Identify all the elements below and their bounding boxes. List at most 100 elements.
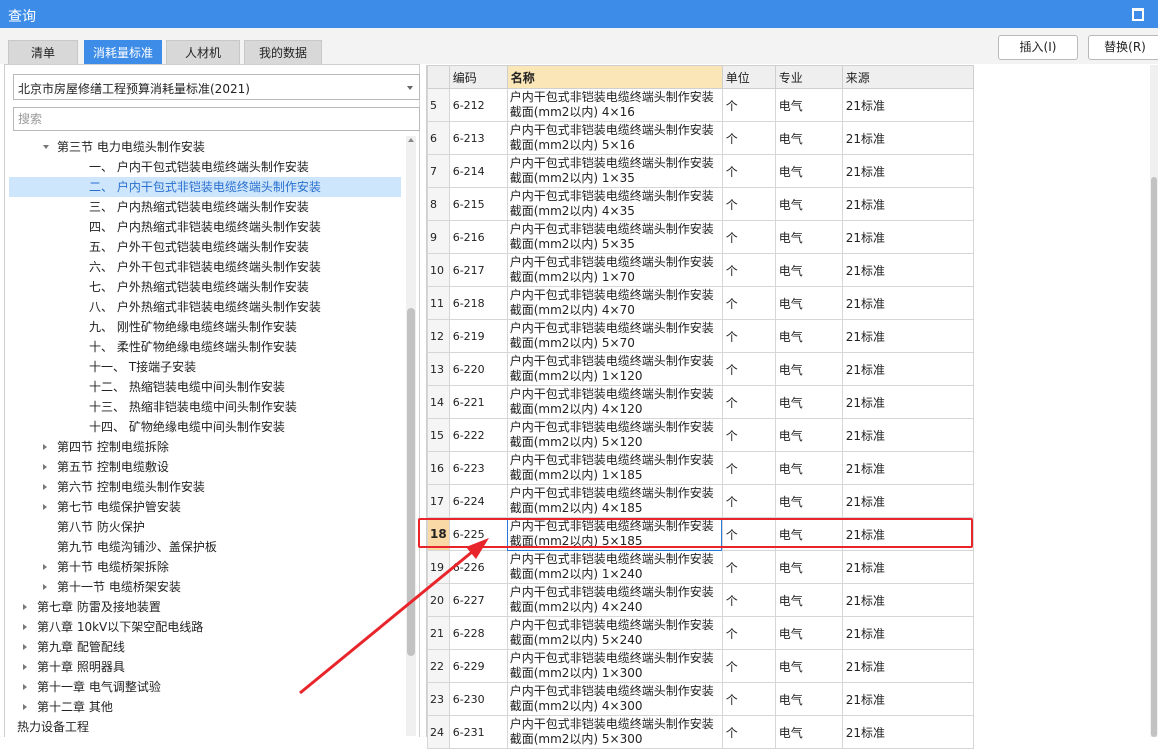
cell-name[interactable]: 户内干包式非铠装电缆终端头制作安装 截面(mm2以内) 4×16 (506, 88, 723, 122)
cell-unit[interactable]: 个 (721, 550, 776, 584)
cell-source[interactable]: 21标准 (841, 451, 974, 485)
header-source[interactable]: 来源 (841, 65, 974, 89)
tree-node[interactable]: 第六节 控制电缆头制作安装 (9, 477, 401, 497)
search-input[interactable] (13, 107, 420, 131)
row-index[interactable]: 23 (427, 682, 450, 716)
table-row[interactable]: 21 6-228 户内干包式非铠装电缆终端头制作安装 截面(mm2以内) 5×240 个… (427, 616, 974, 650)
grid-scrollbar[interactable] (1150, 65, 1158, 737)
cell-specialty[interactable]: 电气 (774, 418, 843, 452)
cell-source[interactable]: 21标准 (841, 715, 974, 749)
cell-name[interactable]: 户内干包式非铠装电缆终端头制作安装 截面(mm2以内) 5×16 (506, 121, 723, 155)
cell-specialty[interactable]: 电气 (774, 187, 843, 221)
cell-unit[interactable]: 个 (721, 418, 776, 452)
cell-name[interactable]: 户内干包式非铠装电缆终端头制作安装 截面(mm2以内) 1×185 (506, 451, 723, 485)
tree-node[interactable]: 四、 户内热缩式非铠装电缆终端头制作安装 (9, 217, 401, 237)
cell-specialty[interactable]: 电气 (774, 484, 843, 518)
table-row[interactable]: 17 6-224 户内干包式非铠装电缆终端头制作安装 截面(mm2以内) 4×185 个… (427, 484, 974, 518)
tree-node[interactable]: 十二、 热缩铠装电缆中间头制作安装 (9, 377, 401, 397)
tree-node[interactable]: 第八章 10kV以下架空配电线路 (9, 617, 401, 637)
table-row[interactable]: 22 6-229 户内干包式非铠装电缆终端头制作安装 截面(mm2以内) 1×300 个… (427, 649, 974, 683)
cell-specialty[interactable]: 电气 (774, 121, 843, 155)
cell-name[interactable]: 户内干包式非铠装电缆终端头制作安装 截面(mm2以内) 5×120 (506, 418, 723, 452)
tree-node[interactable]: 第九节 电缆沟铺沙、盖保护板 (9, 537, 401, 557)
cell-name[interactable]: 户内干包式非铠装电缆终端头制作安装 截面(mm2以内) 1×120 (506, 352, 723, 386)
table-row[interactable]: 9 6-216 户内干包式非铠装电缆终端头制作安装 截面(mm2以内) 5×35 个电气… (427, 220, 974, 254)
cell-specialty[interactable]: 电气 (774, 715, 843, 749)
tree-node[interactable]: 五、 户外干包式铠装电缆终端头制作安装 (9, 237, 401, 257)
cell-source[interactable]: 21标准 (841, 154, 974, 188)
cell-code[interactable]: 6-229 (448, 649, 508, 683)
replace-button[interactable]: 替换(R) (1088, 35, 1158, 60)
cell-specialty[interactable]: 电气 (774, 88, 843, 122)
header-code[interactable]: 编码 (448, 65, 508, 89)
cell-source[interactable]: 21标准 (841, 484, 974, 518)
header-specialty[interactable]: 专业 (774, 65, 843, 89)
tree-node[interactable]: 十四、 矿物绝缘电缆中间头制作安装 (9, 417, 401, 437)
cell-name[interactable]: 户内干包式非铠装电缆终端头制作安装 截面(mm2以内) 5×70 (506, 319, 723, 353)
expand-right-icon[interactable] (43, 464, 47, 470)
expand-right-icon[interactable] (43, 564, 47, 570)
cell-unit[interactable]: 个 (721, 319, 776, 353)
expand-right-icon[interactable] (23, 624, 27, 630)
tab-labor-material-machine[interactable]: 人材机 (166, 40, 240, 64)
row-index[interactable]: 11 (427, 286, 450, 320)
row-index[interactable]: 17 (427, 484, 450, 518)
cell-code[interactable]: 6-224 (448, 484, 508, 518)
cell-unit[interactable]: 个 (721, 682, 776, 716)
cell-unit[interactable]: 个 (721, 352, 776, 386)
row-index[interactable]: 21 (427, 616, 450, 650)
cell-source[interactable]: 21标准 (841, 286, 974, 320)
cell-name[interactable]: 户内干包式非铠装电缆终端头制作安装 截面(mm2以内) 1×300 (506, 649, 723, 683)
table-row[interactable]: 23 6-230 户内干包式非铠装电缆终端头制作安装 截面(mm2以内) 4×300 个… (427, 682, 974, 716)
cell-unit[interactable]: 个 (721, 220, 776, 254)
table-row[interactable]: 10 6-217 户内干包式非铠装电缆终端头制作安装 截面(mm2以内) 1×70 个电… (427, 253, 974, 287)
tree-scrollbar[interactable] (406, 136, 416, 736)
row-index[interactable]: 24 (427, 715, 450, 749)
row-index[interactable]: 14 (427, 385, 450, 419)
cell-code[interactable]: 6-230 (448, 682, 508, 716)
row-index[interactable]: 13 (427, 352, 450, 386)
tab-consumption-standard[interactable]: 消耗量标准 (84, 40, 162, 64)
tree-scroll-thumb[interactable] (407, 308, 415, 656)
cell-source[interactable]: 21标准 (841, 649, 974, 683)
table-row[interactable]: 14 6-221 户内干包式非铠装电缆终端头制作安装 截面(mm2以内) 4×120 个… (427, 385, 974, 419)
cell-source[interactable]: 21标准 (841, 682, 974, 716)
cell-specialty[interactable]: 电气 (774, 352, 843, 386)
cell-code[interactable]: 6-223 (448, 451, 508, 485)
tree-node[interactable]: 七、 户外热缩式铠装电缆终端头制作安装 (9, 277, 401, 297)
table-row[interactable]: 20 6-227 户内干包式非铠装电缆终端头制作安装 截面(mm2以内) 4×240 个… (427, 583, 974, 617)
cell-unit[interactable]: 个 (721, 616, 776, 650)
cell-specialty[interactable]: 电气 (774, 550, 843, 584)
cell-source[interactable]: 21标准 (841, 253, 974, 287)
table-row[interactable]: 8 6-215 户内干包式非铠装电缆终端头制作安装 截面(mm2以内) 4×35 个电气… (427, 187, 974, 221)
cell-name[interactable]: 户内干包式非铠装电缆终端头制作安装 截面(mm2以内) 1×70 (506, 253, 723, 287)
cell-code[interactable]: 6-228 (448, 616, 508, 650)
tab-my-data[interactable]: 我的数据 (244, 40, 322, 64)
expand-right-icon[interactable] (43, 444, 47, 450)
table-row[interactable]: 6 6-213 户内干包式非铠装电缆终端头制作安装 截面(mm2以内) 5×16 个电气… (427, 121, 974, 155)
cell-unit[interactable]: 个 (721, 451, 776, 485)
cell-source[interactable]: 21标准 (841, 88, 974, 122)
cell-name[interactable]: 户内干包式非铠装电缆终端头制作安装 截面(mm2以内) 5×300 (506, 715, 723, 749)
expand-down-icon[interactable] (43, 145, 49, 149)
header-name[interactable]: 名称 (506, 65, 723, 89)
tree-node[interactable]: 第七章 防雷及接地装置 (9, 597, 401, 617)
cell-source[interactable]: 21标准 (841, 352, 974, 386)
table-row[interactable]: 15 6-222 户内干包式非铠装电缆终端头制作安装 截面(mm2以内) 5×120 个… (427, 418, 974, 452)
expand-right-icon[interactable] (23, 664, 27, 670)
tree-node[interactable]: 十一、 T接端子安装 (9, 357, 401, 377)
tree-node[interactable]: 第五节 控制电缆敷设 (9, 457, 401, 477)
cell-unit[interactable]: 个 (721, 187, 776, 221)
cell-name[interactable]: 户内干包式非铠装电缆终端头制作安装 截面(mm2以内) 4×185 (506, 484, 723, 518)
tree-node[interactable]: 八、 户外热缩式非铠装电缆终端头制作安装 (9, 297, 401, 317)
cell-name[interactable]: 户内干包式非铠装电缆终端头制作安装 截面(mm2以内) 4×120 (506, 385, 723, 419)
cell-specialty[interactable]: 电气 (774, 682, 843, 716)
cell-specialty[interactable]: 电气 (774, 385, 843, 419)
tree-node[interactable]: 九、 刚性矿物绝缘电缆终端头制作安装 (9, 317, 401, 337)
table-row[interactable]: 16 6-223 户内干包式非铠装电缆终端头制作安装 截面(mm2以内) 1×185 个… (427, 451, 974, 485)
expand-right-icon[interactable] (23, 704, 27, 710)
tab-bill[interactable]: 清单 (8, 40, 78, 64)
table-row[interactable]: 19 6-226 户内干包式非铠装电缆终端头制作安装 截面(mm2以内) 1×240 个… (427, 550, 974, 584)
table-row[interactable]: 13 6-220 户内干包式非铠装电缆终端头制作安装 截面(mm2以内) 1×120 个… (427, 352, 974, 386)
tree-node[interactable]: 第七节 电缆保护管安装 (9, 497, 401, 517)
